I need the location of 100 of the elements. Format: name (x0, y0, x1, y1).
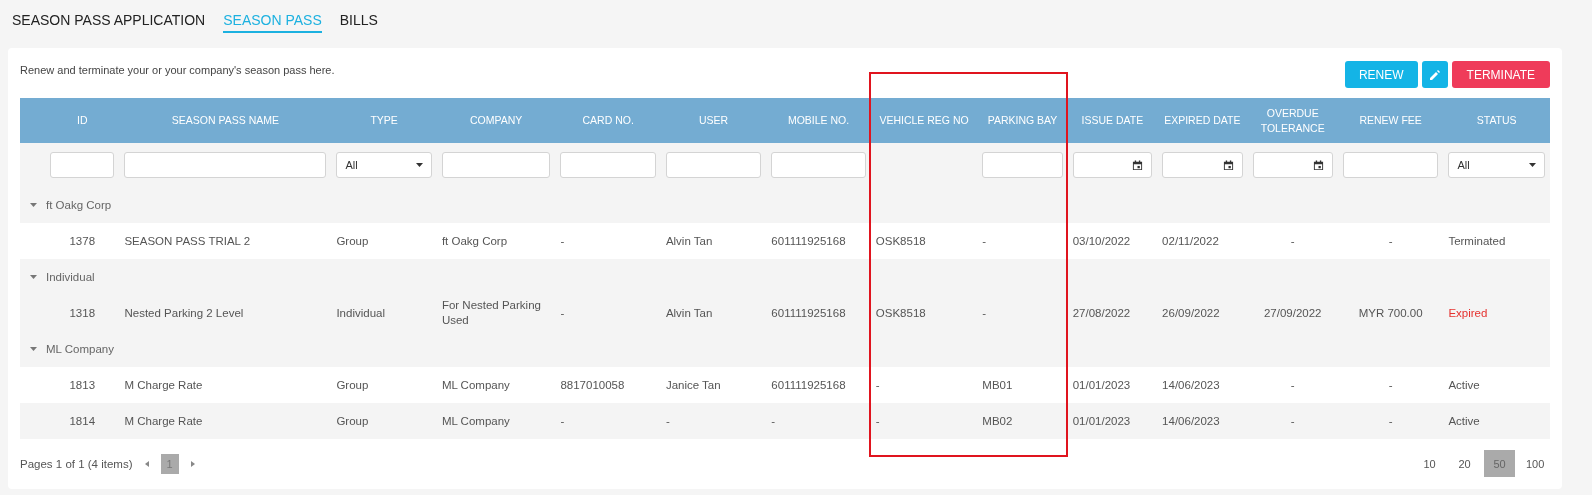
date-field[interactable] (1252, 152, 1333, 178)
table-cell: OSK8518 (870, 295, 978, 331)
filter-field[interactable] (665, 152, 762, 178)
expand-toggle[interactable] (30, 347, 37, 351)
filter-field[interactable] (1342, 152, 1439, 178)
table-cell: - (977, 295, 1068, 331)
next-icon[interactable] (190, 460, 195, 467)
table-cell: - (1247, 367, 1338, 403)
table-cell: M Charge Rate (119, 367, 332, 403)
table-cell: - (766, 403, 871, 439)
tab[interactable]: SEASON PASS APPLICATION (12, 11, 206, 33)
table-cell: 03/10/2022 (1067, 223, 1158, 259)
filter-field[interactable] (50, 152, 115, 178)
table-cell: 1318 (45, 295, 120, 331)
table-cell: 26/09/2022 (1157, 295, 1248, 331)
table-cell: - (870, 403, 978, 439)
calendar-icon (1312, 159, 1324, 171)
table-cell: 01/01/2023 (1067, 403, 1158, 439)
table-cell: SEASON PASS TRIAL 2 (119, 223, 332, 259)
table-cell: Expired (1443, 295, 1550, 331)
date-field[interactable] (1162, 152, 1243, 178)
column-header: RENEW FEE (1337, 98, 1444, 143)
table-cell: 14/06/2023 (1157, 403, 1248, 439)
tab[interactable]: BILLS (339, 11, 378, 33)
column-header: TYPE (331, 98, 437, 143)
previous-icon[interactable] (144, 460, 149, 467)
table-cell: - (1337, 223, 1444, 259)
expand-toggle[interactable] (30, 203, 37, 207)
group-name: Individual (46, 271, 95, 283)
table-cell: M Charge Rate (119, 403, 332, 439)
page-size-button[interactable]: 10 (1414, 450, 1445, 477)
column-header: VEHICLE REG NO (870, 98, 978, 143)
table-cell: For Nested Parking Used (436, 295, 556, 331)
table-cell: 02/11/2022 (1157, 223, 1248, 259)
table-cell: - (555, 403, 661, 439)
column-header: PARKING BAY (977, 98, 1068, 143)
table-cell: - (555, 223, 661, 259)
filter-field[interactable] (771, 152, 866, 178)
column-header: MOBILE NO. (766, 98, 871, 143)
table-cell: MYR 700.00 (1337, 295, 1444, 331)
filter-field[interactable] (124, 152, 327, 178)
table-cell: Active (1443, 403, 1550, 439)
table-cell: Janice Tan (660, 367, 767, 403)
filter-field[interactable] (982, 152, 1063, 178)
table-cell: 601111925168 (766, 367, 871, 403)
edit-button[interactable] (1421, 61, 1448, 88)
date-field[interactable] (1072, 152, 1153, 178)
table-cell: MB02 (977, 403, 1068, 439)
table-cell: Group (331, 367, 437, 403)
page-size-button[interactable]: 20 (1449, 450, 1480, 477)
table-cell: Individual (331, 295, 437, 331)
table-cell: 01/01/2023 (1067, 367, 1158, 403)
column-header: CARD NO. (555, 98, 661, 143)
page-summary: Pages 1 of 1 (4 items) (20, 457, 133, 470)
table-cell: - (1247, 403, 1338, 439)
table-cell: ft Oakg Corp (436, 223, 556, 259)
table-cell: - (1337, 367, 1444, 403)
table-cell: 14/06/2023 (1157, 367, 1248, 403)
column-header: SEASON PASS NAME (119, 98, 332, 143)
pencil-icon (1429, 69, 1440, 80)
caret-icon (1529, 163, 1536, 167)
filter-dropdown[interactable]: All (1448, 152, 1545, 178)
table-cell: 601111925168 (766, 295, 871, 331)
table-cell: Group (331, 223, 437, 259)
table-cell: - (660, 403, 767, 439)
description-text: Renew and terminate your or your company's season pass here. (20, 64, 335, 76)
page-size-button[interactable]: 100 (1519, 450, 1550, 477)
filter-field[interactable] (560, 152, 656, 178)
calendar-icon (1222, 159, 1234, 171)
table-cell: Group (331, 403, 437, 439)
filter-field[interactable] (441, 152, 551, 178)
table-cell: - (1247, 223, 1338, 259)
column-header: USER (660, 98, 767, 143)
column-header: ISSUE DATE (1067, 98, 1158, 143)
column-header: ID (45, 98, 120, 143)
caret-icon (415, 163, 423, 167)
table-cell: Alvin Tan (660, 295, 767, 331)
table-cell: Active (1443, 367, 1550, 403)
table-cell: 8817010058 (555, 367, 661, 403)
table-cell: 1378 (45, 223, 120, 259)
table-cell: - (555, 295, 661, 331)
table-cell: 27/08/2022 (1067, 295, 1158, 331)
column-header: EXPIRED DATE (1157, 98, 1248, 143)
filter-dropdown[interactable]: All (336, 152, 432, 178)
table-cell: - (1337, 403, 1444, 439)
column-header: COMPANY (436, 98, 556, 143)
table-cell: Alvin Tan (660, 223, 767, 259)
terminate-button[interactable]: TERMINATE (1451, 61, 1550, 88)
table-cell: Nested Parking 2 Level (119, 295, 332, 331)
table-cell: ML Company (436, 367, 556, 403)
column-header: OVERDUE TOLERANCE (1247, 98, 1338, 143)
table-cell: ML Company (436, 403, 556, 439)
table-cell: 601111925168 (766, 223, 871, 259)
table-cell: 1814 (45, 403, 120, 439)
group-name: ML Company (46, 343, 114, 355)
table-cell: 27/09/2022 (1247, 295, 1338, 331)
table-cell: 1813 (45, 367, 120, 403)
column-header: STATUS (1443, 98, 1550, 143)
calendar-icon (1132, 159, 1144, 171)
expand-toggle[interactable] (30, 275, 37, 279)
